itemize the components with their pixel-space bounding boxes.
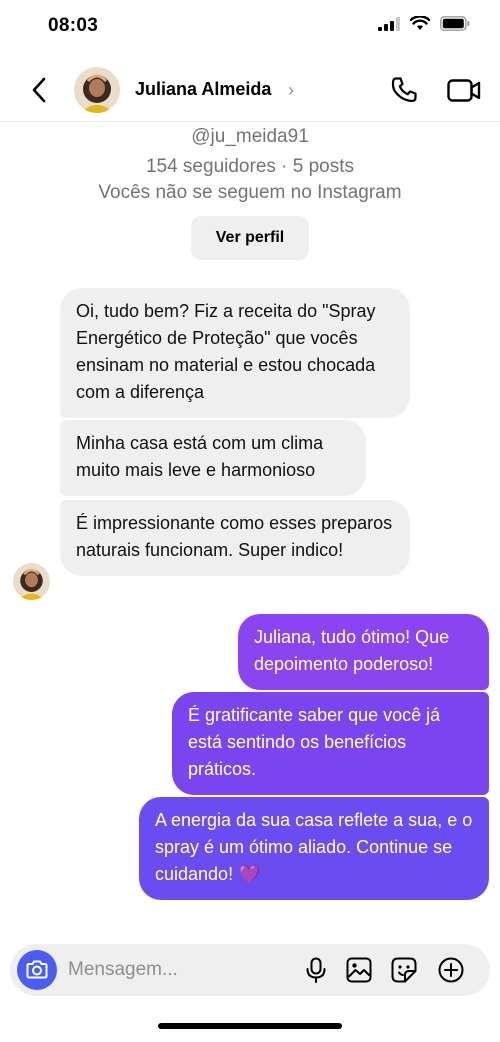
sender-avatar[interactable]: [13, 563, 50, 600]
home-indicator[interactable]: [158, 1023, 342, 1029]
avatar-image: [74, 67, 120, 113]
profile-handle: @ju_meida91: [191, 126, 309, 147]
plus-circle-icon[interactable]: [437, 956, 465, 984]
camera-icon: [26, 960, 48, 979]
follow-note: Vocês não se seguem no Instagram: [98, 182, 402, 203]
microphone-icon[interactable]: [302, 956, 330, 984]
message-input[interactable]: [68, 950, 288, 990]
camera-button[interactable]: [17, 950, 57, 990]
battery-icon: [440, 16, 470, 31]
sticker-icon[interactable]: [390, 956, 418, 984]
incoming-message[interactable]: Oi, tudo bem? Fiz a receita do "Spray En…: [60, 288, 410, 418]
chat-header: Juliana Almeida ›: [0, 60, 500, 122]
view-profile-button[interactable]: Ver perfil: [191, 216, 309, 260]
wifi-icon: [410, 16, 430, 30]
contact-name[interactable]: Juliana Almeida: [135, 79, 271, 100]
incoming-message[interactable]: Minha casa está com um clima muito mais …: [60, 420, 366, 496]
profile-stats: 154 seguidores · 5 posts: [145, 156, 355, 177]
phone-icon[interactable]: [388, 74, 420, 106]
outgoing-message[interactable]: A energia da sua casa reflete a sua, e o…: [139, 797, 489, 900]
image-icon[interactable]: [345, 956, 373, 984]
status-icons: [378, 16, 470, 31]
video-camera-icon[interactable]: [446, 74, 482, 106]
status-bar: 08:03: [0, 0, 500, 52]
status-time: 08:03: [48, 15, 99, 36]
message-composer: [10, 944, 490, 996]
outgoing-message[interactable]: Juliana, tudo ótimo! Que depoimento pode…: [238, 614, 489, 690]
outgoing-message[interactable]: É gratificante saber que você já está se…: [172, 692, 489, 795]
chevron-right-icon[interactable]: ›: [288, 80, 294, 101]
avatar-image: [13, 563, 50, 600]
incoming-message[interactable]: É impressionante como esses preparos nat…: [60, 500, 410, 576]
back-chevron-icon[interactable]: [28, 74, 52, 106]
signal-icon: [378, 16, 400, 31]
contact-avatar[interactable]: [74, 67, 120, 113]
